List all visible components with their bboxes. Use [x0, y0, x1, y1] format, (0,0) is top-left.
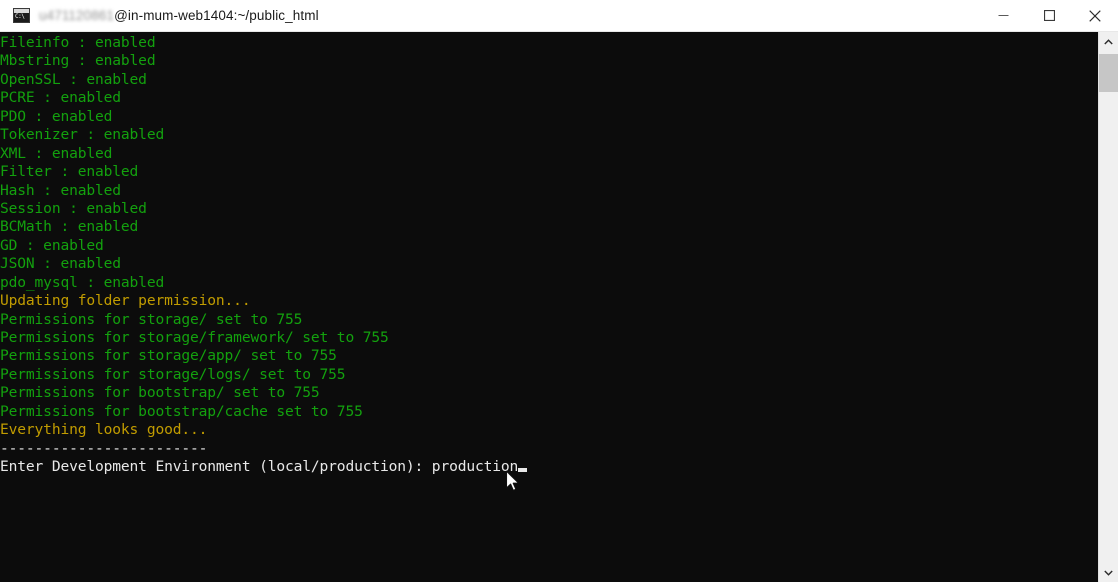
- terminal-line: Permissions for storage/framework/ set t…: [0, 329, 389, 346]
- window-title-host-path: @in-mum-web1404:~/public_html: [114, 8, 319, 23]
- terminal-line: Hash : enabled: [0, 181, 121, 199]
- terminal-line: Tokenizer : enabled: [0, 126, 165, 144]
- terminal-line: BCMath : enabled: [0, 218, 139, 236]
- terminal-line: ------------------------: [0, 439, 208, 457]
- terminal-line: PCRE : enabled: [0, 89, 121, 107]
- terminal-line: GD : enabled: [0, 236, 104, 254]
- scrollbar-thumb[interactable]: [1099, 54, 1118, 92]
- vertical-scrollbar[interactable]: [1098, 32, 1118, 582]
- terminal-line: Enter Development Environment (local/pro…: [0, 458, 527, 476]
- terminal-text: Fileinfo : enabled Mbstring : enabled Open…: [0, 34, 527, 477]
- terminal-line: Filter : enabled: [0, 163, 139, 181]
- terminal-line: JSON : enabled: [0, 255, 121, 273]
- title-bar-left: u471120861@in-mum-web1404:~/public_html: [0, 0, 980, 31]
- terminal-line: Updating folder permission...: [0, 292, 251, 310]
- terminal-output-area[interactable]: Fileinfo : enabled Mbstring : enabled Open…: [0, 32, 1098, 582]
- window-title: u471120861@in-mum-web1404:~/public_html: [39, 8, 319, 23]
- window-controls: [980, 0, 1118, 32]
- terminal-line: Session : enabled: [0, 199, 147, 217]
- chevron-up-icon[interactable]: [1099, 32, 1118, 51]
- close-button[interactable]: [1072, 0, 1118, 32]
- terminal-line: Everything looks good...: [0, 421, 208, 439]
- terminal-line: Permissions for bootstrap/ set to 755: [0, 384, 320, 402]
- terminal-line: OpenSSL : enabled: [0, 70, 147, 88]
- terminal-window: u471120861@in-mum-web1404:~/public_html: [0, 0, 1118, 582]
- terminal-line: Permissions for bootstrap/cache set to 7…: [0, 402, 363, 420]
- title-bar[interactable]: u471120861@in-mum-web1404:~/public_html: [0, 0, 1118, 32]
- text-cursor: [518, 468, 527, 473]
- terminal-line: Permissions for storage/logs/ set to 755: [0, 365, 346, 383]
- chevron-down-icon[interactable]: [1099, 563, 1118, 582]
- maximize-button[interactable]: [1026, 0, 1072, 32]
- terminal-line: Fileinfo : enabled: [0, 34, 156, 51]
- terminal-line: pdo_mysql : enabled: [0, 273, 165, 291]
- terminal-line: XML : enabled: [0, 144, 113, 162]
- scrollbar-track[interactable]: [1099, 51, 1118, 563]
- terminal-line: Permissions for storage/app/ set to 755: [0, 347, 337, 365]
- minimize-button[interactable]: [980, 0, 1026, 32]
- terminal-line: PDO : enabled: [0, 107, 113, 125]
- console-icon: [13, 8, 30, 23]
- terminal-line: Mbstring : enabled: [0, 52, 156, 70]
- window-title-username-redacted: u471120861: [39, 8, 115, 23]
- terminal-line: Permissions for storage/ set to 755: [0, 310, 303, 328]
